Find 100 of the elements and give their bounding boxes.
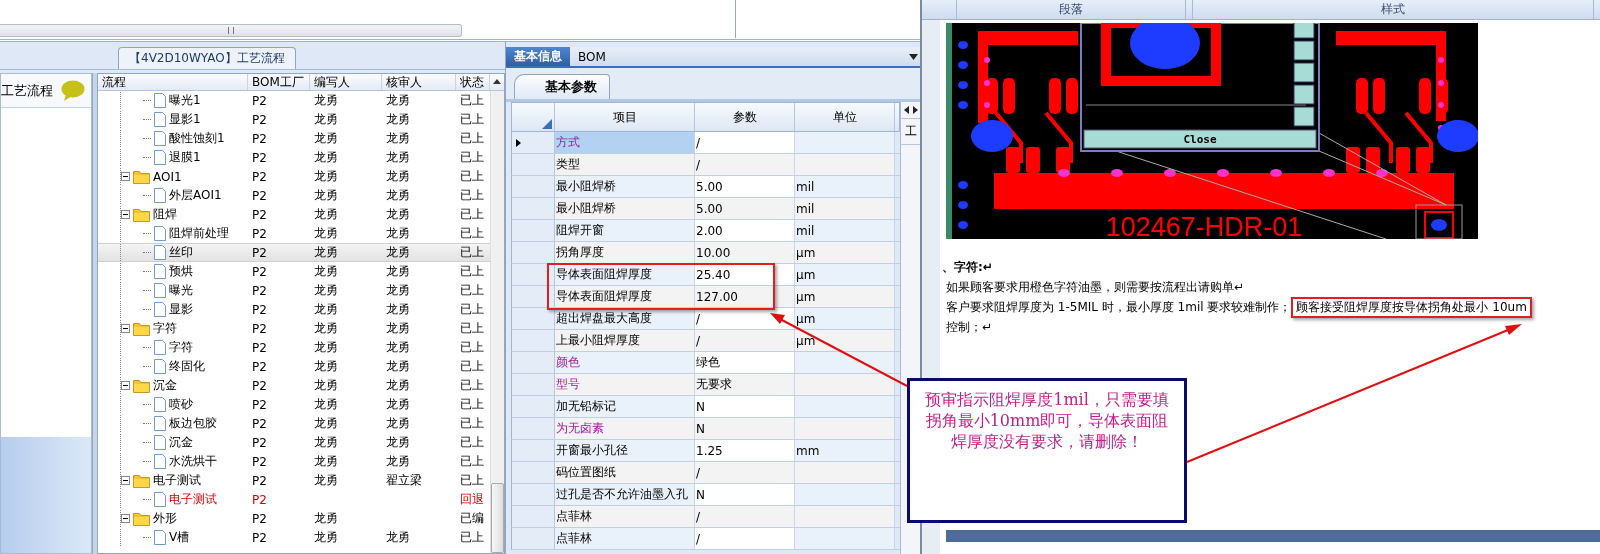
scroll-arrows-icon[interactable]	[903, 106, 918, 114]
table-cell-text: P2	[251, 435, 268, 450]
caret-icon[interactable]	[909, 53, 918, 60]
table-cell-text: 已上	[459, 111, 485, 128]
table-cell: mil	[795, 198, 895, 219]
table-cell-text: 已上	[459, 168, 485, 185]
folder-icon	[133, 511, 150, 526]
column-header: 参数	[695, 103, 795, 131]
table-cell-text: 已上	[459, 206, 485, 223]
folder-icon	[133, 378, 150, 393]
tab[interactable]: BOM	[570, 47, 614, 66]
document-icon	[154, 530, 166, 545]
table-cell: 过孔是否不允许油墨入孔	[555, 484, 695, 505]
table-cell: 类型	[555, 154, 695, 175]
table-cell-text: 龙勇	[313, 111, 339, 128]
document-icon	[154, 226, 166, 241]
table-cell: μm	[795, 308, 895, 329]
table-cell: N	[695, 418, 795, 439]
collapse-icon[interactable]	[121, 381, 130, 390]
tree-item-label: 显影1	[169, 111, 201, 128]
table-cell: N	[695, 484, 795, 505]
collapse-icon[interactable]	[121, 514, 130, 523]
ribbon-group-label[interactable]: 样式	[1192, 0, 1594, 19]
grip-icon	[227, 27, 234, 34]
table-cell: 方式	[555, 132, 695, 153]
table-cell-text: 龙勇	[385, 529, 411, 546]
table-cell: 127.00	[695, 286, 795, 307]
table-cell-text: 已上	[459, 358, 485, 375]
tree-item-label: 沉金	[169, 434, 193, 451]
body-text: 客户要求阻焊厚度为 1-5MIL 时，最小厚度 1mil 要求较难制作；	[946, 299, 1292, 316]
table-cell-text: 龙勇	[385, 358, 411, 375]
table-cell-text: 已上	[459, 320, 485, 337]
document-icon	[154, 112, 166, 127]
tree-row[interactable]: 丝印 P2 龙勇 龙勇 已上	[98, 243, 490, 262]
row-indicator[interactable]	[512, 264, 555, 285]
table-cell-text: 龙勇	[313, 263, 339, 280]
document-icon	[154, 340, 166, 355]
table-cell: μm	[795, 264, 895, 285]
table-cell-text: P2	[251, 416, 268, 431]
table-cell-text: 龙勇	[385, 453, 411, 470]
speech-bubble-icon[interactable]	[61, 79, 86, 102]
collapse-icon[interactable]	[121, 476, 130, 485]
table-cell: /	[695, 528, 795, 549]
row-indicator[interactable]	[512, 132, 555, 153]
tab[interactable]: 基本参数	[514, 74, 610, 99]
table-cell-text: P2	[251, 359, 268, 374]
table-cell: /	[695, 154, 795, 175]
table-cell-text: 龙勇	[313, 453, 339, 470]
horizontal-scrollbar[interactable]	[0, 24, 462, 37]
document-icon	[154, 93, 166, 108]
table-cell-text: P2	[251, 245, 268, 260]
tree-item-label: 丝印	[169, 244, 193, 261]
table-cell: 点菲林	[555, 528, 695, 549]
tab[interactable]: 基本信息	[506, 47, 570, 66]
table-cell-text: 已编	[459, 510, 485, 527]
table-cell: mil	[795, 220, 895, 241]
table-cell-text: 已上	[459, 187, 485, 204]
table-cell-text: 龙勇	[385, 187, 411, 204]
collapse-icon[interactable]	[121, 210, 130, 219]
row-indicator[interactable]	[512, 286, 555, 307]
table-cell-text: P2	[251, 492, 268, 507]
column-header: 单位	[795, 103, 895, 131]
current-row-icon	[516, 138, 521, 147]
table-cell-text: 已上	[459, 225, 485, 242]
table-cell-text: 翟立梁	[385, 472, 423, 489]
document-icon	[154, 302, 166, 317]
table-cell: /	[695, 330, 795, 351]
ribbon-group-label[interactable]: 段落	[956, 0, 1186, 19]
table-cell: 25.40	[695, 264, 795, 285]
scrollbar-thumb[interactable]	[491, 483, 504, 553]
table-cell-text: 龙勇	[385, 244, 411, 261]
table-cell: 最小阻焊桥	[555, 176, 695, 197]
callout-note: 预审指示阻焊厚度1mil，只需要填拐角最小10mm即可，导体表面阻焊厚度没有要求，请删除！	[907, 378, 1187, 523]
table-cell-text: P2	[251, 321, 268, 336]
document-icon	[154, 416, 166, 431]
table-cell: 绿色	[695, 352, 795, 373]
table-cell-text: P2	[251, 473, 268, 488]
collapse-icon[interactable]	[121, 172, 130, 181]
table-cell-text: 已上	[459, 529, 485, 546]
table-cell-text: P2	[251, 93, 268, 108]
highlighted-text: 顾客接受阻焊厚度按导体拐角处最小 10um	[1291, 297, 1532, 318]
table-cell-text: P2	[251, 150, 268, 165]
column-header: 编写人	[310, 74, 382, 90]
table-cell: 开窗最小孔径	[555, 440, 695, 461]
table-cell-text: 龙勇	[313, 529, 339, 546]
table-cell-text: 龙勇	[313, 415, 339, 432]
document-icon	[154, 454, 166, 469]
document-icon	[154, 359, 166, 374]
table-cell-text: 已上	[459, 434, 485, 451]
tree-item-label: 字符	[169, 339, 193, 356]
table-cell-text: 已上	[459, 244, 485, 261]
table-cell: /	[695, 462, 795, 483]
table-cell-text: 龙勇	[313, 206, 339, 223]
table-cell-text: 已上	[459, 453, 485, 470]
tree-item-label: 电子测试	[153, 472, 201, 489]
table-cell-text: 龙勇	[313, 301, 339, 318]
collapse-icon[interactable]	[121, 324, 130, 333]
table-cell-text: 龙勇	[385, 111, 411, 128]
table-cell-text: P2	[251, 378, 268, 393]
table-cell-text: P2	[251, 511, 268, 526]
